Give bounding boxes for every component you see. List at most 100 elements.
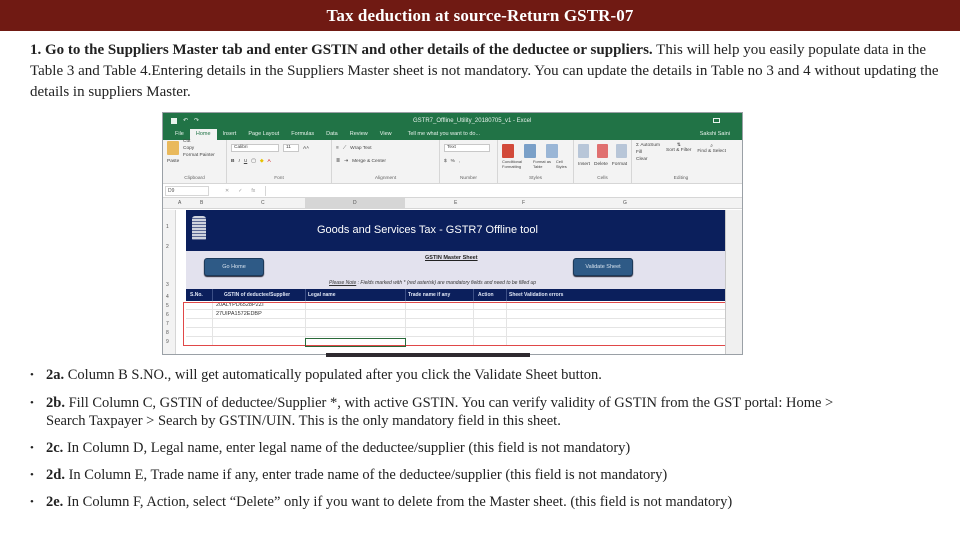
conditional-formatting-icon[interactable]	[502, 144, 514, 158]
name-box[interactable]: D9	[165, 185, 209, 196]
th-action: Action	[478, 292, 494, 298]
format-as-table-button[interactable]: Format as Table	[533, 159, 553, 169]
wrap-text-button[interactable]: Wrap Text	[350, 146, 371, 151]
comma-icon[interactable]: ,	[459, 159, 460, 164]
borders-icon[interactable]: ▢	[251, 159, 256, 164]
undo-icon[interactable]: ↶	[183, 117, 188, 124]
italic-icon[interactable]: I	[238, 159, 239, 164]
cut-button[interactable]: Cut	[183, 139, 215, 144]
enter-icon[interactable]: ✓	[238, 188, 242, 194]
master-sheet-title: GSTIN Master Sheet	[425, 255, 478, 261]
find-select-button[interactable]: Find & Select	[697, 149, 726, 154]
alignment-label: Alignment	[374, 176, 397, 181]
row-header[interactable]: 1	[166, 224, 169, 230]
format-button[interactable]: Format	[612, 162, 627, 167]
font-name-select[interactable]: Calibri	[231, 144, 279, 152]
row-header[interactable]: 3	[166, 282, 169, 288]
currency-icon[interactable]: $	[444, 159, 447, 164]
row-header[interactable]: 6	[166, 312, 169, 318]
quick-access-toolbar: ↶ ↷	[171, 117, 199, 124]
item-label: 2e.	[46, 494, 64, 510]
row-header[interactable]: 7	[166, 321, 169, 327]
ribbon-tabs: File Home Insert Page Layout Formulas Da…	[163, 128, 742, 140]
tab-page-layout[interactable]: Page Layout	[242, 129, 285, 140]
format-cells-icon[interactable]	[616, 144, 627, 158]
col-header-d[interactable]: D	[353, 200, 357, 206]
bold-icon[interactable]: B	[231, 159, 234, 164]
copy-button[interactable]: Copy	[183, 146, 215, 151]
slide-title: Tax deduction at source-Return GSTR-07	[326, 6, 634, 25]
row-header[interactable]: 4	[166, 294, 169, 300]
orientation-icon[interactable]: ⟋	[343, 145, 346, 151]
tell-me-box[interactable]: Tell me what you want to do...	[402, 129, 486, 140]
tab-view[interactable]: View	[374, 129, 398, 140]
row-header[interactable]: 9	[166, 339, 169, 345]
sort-filter-button[interactable]: Sort & Filter	[666, 148, 691, 153]
row-header[interactable]: 2	[166, 244, 169, 250]
tab-insert[interactable]: Insert	[217, 129, 243, 140]
go-home-button[interactable]: Go Home	[204, 258, 264, 276]
item-text: In Column D, Legal name, enter legal nam…	[63, 440, 631, 456]
bullet-dot: •	[30, 469, 34, 481]
save-icon[interactable]	[171, 117, 177, 124]
align-top-icon[interactable]: ≡	[336, 146, 339, 151]
sheet-margin	[725, 210, 742, 354]
insert-cells-icon[interactable]	[578, 144, 589, 158]
font-size-select[interactable]: 11	[283, 144, 299, 152]
intro-paragraph: 1. Go to the Suppliers Master tab and en…	[30, 40, 955, 103]
col-header-a[interactable]: A	[178, 200, 181, 206]
indent-icon[interactable]: ⇥	[344, 159, 348, 164]
col-header-g[interactable]: G	[623, 200, 627, 206]
col-header-c[interactable]: C	[261, 200, 265, 206]
th-legal-name: Legal name	[308, 292, 336, 298]
col-header-f[interactable]: F	[522, 200, 525, 206]
grow-font-icon[interactable]: A˄	[303, 146, 309, 151]
paste-button[interactable]: Paste	[167, 159, 222, 164]
tab-data[interactable]: Data	[320, 129, 344, 140]
conditional-formatting-button[interactable]: Conditional Formatting	[502, 159, 530, 169]
tab-review[interactable]: Review	[344, 129, 374, 140]
item-label: 2c.	[46, 440, 64, 456]
merge-center-button[interactable]: Merge & Center	[352, 159, 386, 164]
underline-icon[interactable]: U	[244, 159, 247, 164]
item-text: Column B S.NO., will get automatically p…	[64, 367, 602, 383]
delete-button[interactable]: Delete	[594, 162, 608, 167]
selected-cell[interactable]	[305, 338, 406, 347]
autosum-button[interactable]: Σ AutoSum	[636, 143, 660, 148]
insert-button[interactable]: Insert	[578, 162, 590, 167]
format-as-table-icon[interactable]	[524, 144, 536, 158]
fill-button[interactable]: Fill	[636, 150, 660, 155]
col-header-e[interactable]: E	[454, 200, 457, 206]
validate-sheet-button[interactable]: Validate Sheet	[573, 258, 633, 276]
ribbon-display-icon[interactable]	[713, 118, 720, 123]
note-text: Please Note : Fields marked with * (red …	[329, 280, 537, 286]
align-left-icon[interactable]: ≣	[336, 159, 340, 164]
format-painter-button[interactable]: Format Painter	[183, 153, 215, 158]
intro-bold: 1. Go to the Suppliers Master tab and en…	[30, 42, 653, 58]
styles-label: Styles	[528, 176, 543, 181]
font-color-icon[interactable]: A	[268, 159, 271, 164]
cancel-icon[interactable]: ✕	[225, 188, 229, 194]
emblem-icon	[192, 216, 206, 240]
col-header-b[interactable]: B	[200, 200, 203, 206]
tab-formulas[interactable]: Formulas	[285, 129, 320, 140]
clear-button[interactable]: Clear	[636, 157, 660, 162]
ribbon: Cut Copy Format Painter Paste Clipboard …	[163, 139, 742, 184]
user-name[interactable]: Sakshi Saini	[694, 129, 736, 140]
number-format-select[interactable]: Text	[444, 144, 490, 152]
list-item: • 2a. Column B S.NO., will get automatic…	[30, 366, 845, 384]
column-headers: A B C D E F G	[163, 198, 742, 209]
fill-color-icon[interactable]: ◆	[260, 159, 264, 164]
formula-input[interactable]	[265, 185, 742, 196]
percent-icon[interactable]: %	[451, 159, 455, 164]
cell-styles-icon[interactable]	[546, 144, 558, 158]
th-trade-name: Trade name if any	[408, 292, 451, 298]
row-header[interactable]: 8	[166, 330, 169, 336]
excel-title-bar: ↶ ↷ GSTR7_Offline_Utility_20180705_v1 - …	[163, 113, 742, 128]
redo-icon[interactable]: ↷	[194, 117, 199, 124]
cell-styles-button[interactable]: Cell Styles	[556, 159, 569, 169]
paste-icon[interactable]	[167, 141, 179, 155]
row-header[interactable]: 5	[166, 303, 169, 309]
fx-icon[interactable]: fx	[251, 188, 255, 194]
delete-cells-icon[interactable]	[597, 144, 608, 158]
